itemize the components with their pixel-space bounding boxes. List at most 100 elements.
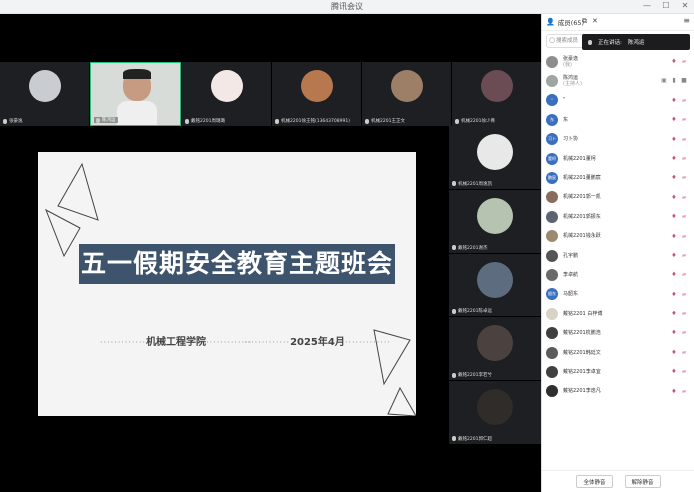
mic-icon [185, 118, 189, 124]
unmute-all-button[interactable]: 解除静音 [624, 475, 661, 488]
video-tile[interactable]: 张豪逸 [0, 62, 89, 126]
avatar [390, 70, 423, 102]
member-status-icons: ♦ ▰ [671, 174, 687, 181]
member-row[interactable]: 孔宇鹏 ♦ ▰ [542, 246, 694, 265]
camera-off-icon[interactable]: ▰ [681, 329, 687, 336]
mic-muted-icon[interactable]: ♦ [671, 310, 677, 317]
member-row[interactable]: 张豪逸 (我) ♦ ▰ [542, 52, 694, 71]
mic-icon [452, 436, 456, 442]
screen-share-icon: ▣ [661, 77, 667, 85]
tile-caption: 戴铭2201李若兮 [452, 372, 492, 378]
mic-icon[interactable]: ▮ [671, 77, 677, 84]
member-row[interactable]: 机械2201钱永跃 ♦ ▰ [542, 227, 694, 246]
member-name: 孔宇鹏 [563, 252, 579, 259]
maximize-icon[interactable]: ☐ [661, 1, 671, 10]
avatar: 鹏宸 [546, 172, 558, 185]
video-tile[interactable]: 机械2201徐少菁 [452, 62, 541, 126]
camera-off-icon[interactable]: ▰ [681, 252, 687, 259]
speaking-indicator: 正在讲话: 陈鸿运 [582, 34, 690, 50]
camera-off-icon[interactable]: ▰ [681, 213, 687, 220]
mic-muted-icon[interactable]: ♦ [671, 174, 677, 181]
mic-muted-icon[interactable]: ♦ [671, 291, 677, 298]
mic-icon [452, 372, 456, 378]
tile-caption: 机械2201周逸凯 [452, 181, 492, 187]
camera-off-icon[interactable]: ▰ [681, 58, 687, 65]
member-status-icons: ♦ ▰ [671, 388, 687, 395]
camera-off-icon[interactable]: ▰ [681, 155, 687, 162]
member-name: “ [563, 97, 566, 104]
mic-muted-icon[interactable]: ♦ [671, 271, 677, 278]
title-bar: 腾讯会议 — ☐ ✕ [0, 0, 694, 14]
camera-off-icon[interactable]: ▰ [681, 194, 687, 201]
mic-muted-icon[interactable]: ♦ [671, 97, 677, 104]
participant-name: 戴铭2201周璐璐 [191, 119, 225, 124]
member-row[interactable]: 鹏宸 机械2201董鹏宸 ♦ ▰ [542, 168, 694, 187]
mic-muted-icon[interactable]: ♦ [671, 213, 677, 220]
avatar [546, 327, 558, 340]
mic-muted-icon[interactable]: ♦ [671, 329, 677, 336]
camera-off-icon[interactable]: ▰ [681, 116, 687, 123]
member-row[interactable]: 戴铭2201 白梓博 ♦ ▰ [542, 304, 694, 323]
member-row[interactable]: 戴铭2201李逸凡 ♦ ▰ [542, 382, 694, 401]
member-row[interactable]: 东东 ♦ ▰ [542, 110, 694, 129]
video-tile[interactable]: 机械2201王芷文 [362, 62, 451, 126]
member-row[interactable]: 习卜 习卜协 ♦ ▰ [542, 130, 694, 149]
video-tile[interactable]: 机械2201徐王铭(13643708991) [272, 62, 361, 126]
close-panel-icon[interactable]: ✕ [592, 17, 598, 26]
video-tile[interactable]: 戴铭2201周璐璐 [182, 62, 271, 126]
member-row[interactable]: 戴铭2201杭鹏浩 ♦ ▰ [542, 323, 694, 342]
camera-off-icon[interactable]: ▰ [681, 291, 687, 298]
mic-muted-icon[interactable]: ♦ [671, 349, 677, 356]
mic-muted-icon[interactable]: ♦ [671, 368, 677, 375]
member-row[interactable]: 机械2201郭一凯 ♦ ▰ [542, 188, 694, 207]
mic-muted-icon[interactable]: ♦ [671, 155, 677, 162]
mini-video-tile[interactable]: 戴铭2201谢杰 [449, 189, 541, 253]
tile-caption: 机械2201徐王铭(13643708991) [275, 118, 350, 124]
camera-off-icon[interactable]: ▰ [681, 388, 687, 395]
panel-menu-icon[interactable]: ≡ [683, 16, 690, 25]
camera-off-icon[interactable]: ▰ [681, 97, 687, 104]
mic-icon [3, 118, 7, 124]
camera-off-icon[interactable]: ▰ [681, 368, 687, 375]
members-icon: 👤 [546, 18, 555, 26]
camera-off-icon[interactable]: ▰ [681, 174, 687, 181]
mic-muted-icon[interactable]: ♦ [671, 136, 677, 143]
participant-name: 戴铭2201李若兮 [458, 373, 492, 379]
member-row[interactable]: ““♦ ▰ [542, 91, 694, 110]
member-row[interactable]: 陈鸿运 (主持人) ▣ ▮ ■ [542, 71, 694, 90]
mic-muted-icon[interactable]: ♦ [671, 58, 677, 65]
mic-muted-icon[interactable]: ♦ [671, 116, 677, 123]
member-name: 东 [563, 116, 569, 123]
camera-icon[interactable]: ■ [681, 77, 687, 84]
mic-muted-icon[interactable]: ♦ [671, 388, 677, 395]
mini-video-tile[interactable]: 戴铭2201陈卓远 [449, 253, 541, 317]
camera-off-icon[interactable]: ▰ [681, 136, 687, 143]
member-row[interactable]: 戴铭2201韩廷文 ♦ ▰ [542, 343, 694, 362]
member-row[interactable]: 戴铭2201李卓宜 ♦ ▰ [542, 362, 694, 381]
avatar: 东 [546, 113, 558, 126]
mic-muted-icon[interactable]: ♦ [671, 233, 677, 240]
camera-off-icon[interactable]: ▰ [681, 271, 687, 278]
camera-off-icon[interactable]: ▰ [681, 310, 687, 317]
mute-all-button[interactable]: 全体静音 [576, 475, 613, 488]
popout-icon[interactable]: ⧉ [582, 17, 587, 26]
member-row[interactable]: 李卓航 ♦ ▰ [542, 265, 694, 284]
camera-off-icon[interactable]: ▰ [681, 233, 687, 240]
mic-muted-icon[interactable]: ♦ [671, 194, 677, 201]
mini-video-tile[interactable]: 机械2201周逸凯 [449, 126, 541, 189]
mini-video-tile[interactable]: 戴铭2201郭仁超 [449, 381, 541, 444]
video-tile[interactable]: 陈鸿运 [90, 62, 181, 126]
camera-off-icon[interactable]: ▰ [681, 349, 687, 356]
participant-name: 戴铭2201陈卓远 [458, 309, 492, 315]
member-row[interactable]: 韶东 马韶东 ♦ ▰ [542, 285, 694, 304]
mic-icon [275, 118, 279, 124]
member-row[interactable]: 机械2201郭振东 ♦ ▰ [542, 207, 694, 226]
member-name: 张豪逸 (我) [563, 55, 579, 68]
member-status-icons: ♦ ▰ [671, 116, 687, 123]
close-icon[interactable]: ✕ [680, 1, 690, 10]
minimize-icon[interactable]: — [642, 1, 652, 10]
mic-muted-icon[interactable]: ♦ [671, 252, 677, 259]
mini-video-tile[interactable]: 戴铭2201李若兮 [449, 317, 541, 381]
member-name: 戴铭2201 白梓博 [563, 310, 603, 317]
member-row[interactable]: 董柯 机械2201董柯 ♦ ▰ [542, 149, 694, 168]
